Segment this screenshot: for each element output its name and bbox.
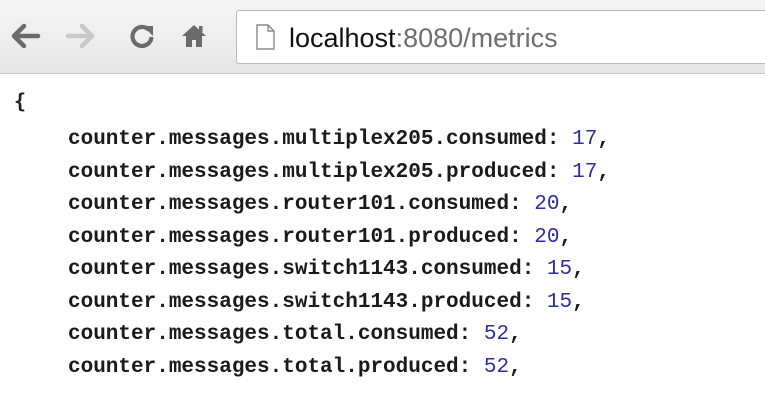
metric-entry: counter.messages.router101.produced: 20, [68, 225, 573, 249]
metric-value: 17 [572, 128, 598, 151]
metric-key: counter.messages.router101.consumed [68, 193, 510, 216]
metric-value: 52 [483, 323, 510, 346]
page-content: { counter.messages.multiplex205.consumed… [0, 74, 765, 394]
forward-arrow-icon [65, 23, 95, 49]
metric-key: counter.messages.total.produced [68, 355, 459, 379]
forward-button[interactable] [58, 14, 102, 58]
page-icon [256, 24, 275, 50]
url-text[interactable]: localhost:8080/metrics [289, 21, 558, 55]
metric-entry: counter.messages.total.produced: 52, [68, 355, 522, 379]
metric-value: 15 [546, 258, 573, 281]
metric-entry: counter.messages.switch1143.consumed: 15… [68, 258, 585, 281]
metric-key: counter.messages.multiplex205.consumed [68, 128, 547, 151]
metric-key: counter.messages.multiplex205.produced [68, 160, 547, 184]
home-button[interactable] [172, 14, 216, 58]
url-path: :8080/metrics [395, 23, 558, 53]
home-icon [182, 25, 206, 47]
back-arrow-icon [11, 23, 41, 49]
open-brace: { [14, 89, 27, 113]
metric-key: counter.messages.switch1143.produced [68, 290, 522, 314]
metrics-list: counter.messages.multiplex205.consumed: … [68, 124, 610, 384]
reload-button[interactable] [120, 14, 164, 58]
url-host: localhost [289, 23, 396, 53]
metric-value: 20 [534, 225, 560, 249]
metric-value: 20 [534, 193, 560, 216]
metric-value: 17 [572, 160, 598, 184]
browser-toolbar: localhost:8080/metrics [0, 0, 765, 74]
metric-value: 15 [546, 290, 573, 314]
back-button[interactable] [4, 14, 48, 58]
metric-value: 52 [483, 355, 510, 379]
metric-entry: counter.messages.total.consumed: 52, [68, 323, 522, 346]
metric-key: counter.messages.total.consumed [68, 323, 459, 346]
metric-entry: counter.messages.router101.consumed: 20, [68, 193, 573, 216]
metric-entry: counter.messages.switch1143.produced: 15… [68, 290, 585, 314]
metric-entry: counter.messages.multiplex205.produced: … [68, 160, 610, 184]
address-bar[interactable]: localhost:8080/metrics [236, 10, 765, 64]
metric-entry: counter.messages.multiplex205.consumed: … [68, 128, 610, 151]
metric-key: counter.messages.router101.produced [68, 225, 510, 249]
metric-key: counter.messages.switch1143.consumed [68, 258, 522, 281]
reload-icon [130, 24, 154, 49]
